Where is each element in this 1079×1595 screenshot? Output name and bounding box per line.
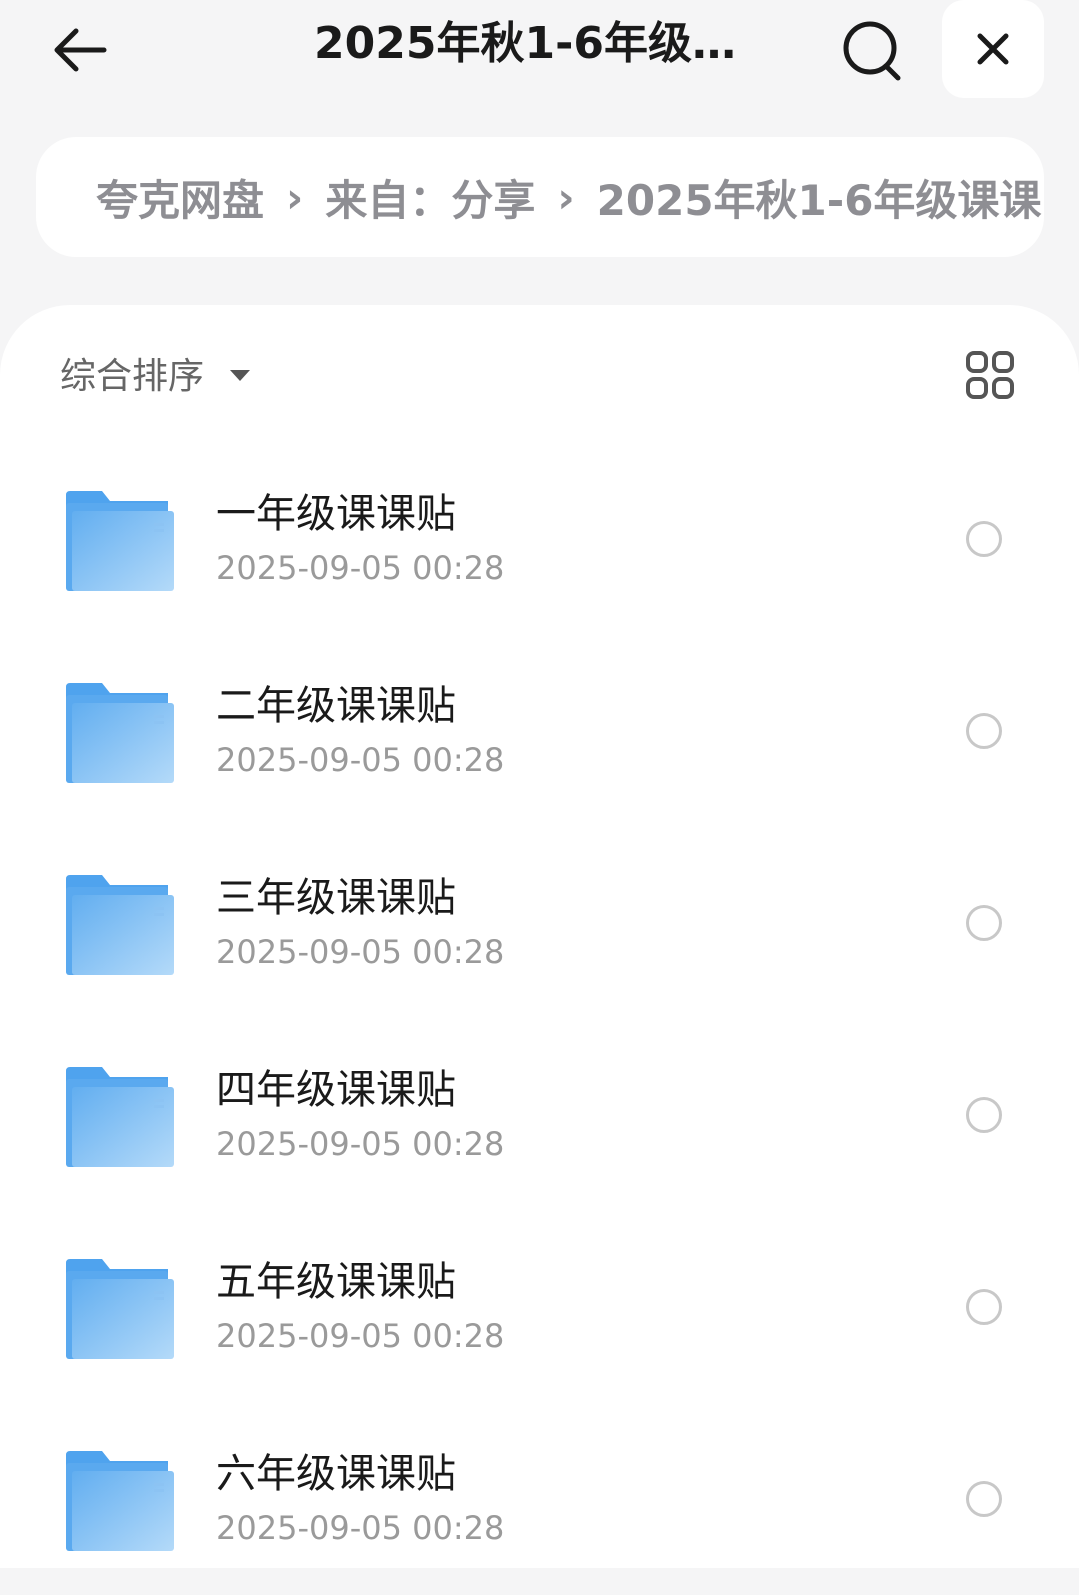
breadcrumb-separator: ›: [286, 172, 304, 222]
file-list-sheet: 综合排序 一年级课课贴 2025-09-05 00:28 二年级课课贴 2025…: [0, 305, 1079, 1568]
folder-icon: [66, 875, 174, 975]
file-list: 一年级课课贴 2025-09-05 00:28 二年级课课贴 2025-09-0…: [0, 443, 1079, 1595]
select-checkbox[interactable]: [966, 521, 1002, 557]
caret-down-icon: [230, 369, 251, 381]
file-date: 2025-09-05 00:28: [216, 1509, 505, 1547]
list-item[interactable]: 一年级课课贴 2025-09-05 00:28: [0, 443, 1079, 635]
file-name: 四年级课课贴: [216, 1067, 456, 1113]
folder-icon: [66, 1067, 174, 1167]
folder-icon: [66, 1451, 174, 1551]
back-button[interactable]: [44, 14, 116, 86]
file-name: 五年级课课贴: [216, 1259, 456, 1305]
grid-view-icon: [966, 351, 1014, 399]
close-button[interactable]: [942, 0, 1044, 98]
top-bar: 2025年秋1-6年级…: [0, 0, 1079, 110]
sort-dropdown[interactable]: 综合排序: [60, 345, 251, 401]
list-item[interactable]: 二年级课课贴 2025-09-05 00:28: [0, 635, 1079, 827]
select-checkbox[interactable]: [966, 1097, 1002, 1133]
file-name: 三年级课课贴: [216, 875, 456, 921]
folder-icon: [66, 683, 174, 783]
file-date: 2025-09-05 00:28: [216, 933, 505, 971]
breadcrumb-item-shared[interactable]: 来自：分享: [325, 167, 535, 228]
select-checkbox[interactable]: [966, 1481, 1002, 1517]
search-button[interactable]: [834, 12, 910, 88]
select-checkbox[interactable]: [966, 1289, 1002, 1325]
page-title: 2025年秋1-6年级…: [314, 18, 736, 69]
file-name: 二年级课课贴: [216, 683, 456, 729]
list-item[interactable]: 五年级课课贴 2025-09-05 00:28: [0, 1211, 1079, 1403]
file-date: 2025-09-05 00:28: [216, 1125, 505, 1163]
list-item[interactable]: 三年级课课贴 2025-09-05 00:28: [0, 827, 1079, 1019]
breadcrumb: 夸克网盘 › 来自：分享 › 2025年秋1-6年级课课: [36, 137, 1044, 257]
view-toggle-button[interactable]: [960, 345, 1020, 405]
file-name: 六年级课课贴: [216, 1451, 456, 1497]
select-checkbox[interactable]: [966, 713, 1002, 749]
file-name: 一年级课课贴: [216, 491, 456, 537]
file-date: 2025-09-05 00:28: [216, 1317, 505, 1355]
folder-icon: [66, 1259, 174, 1359]
file-date: 2025-09-05 00:28: [216, 549, 505, 587]
folder-icon: [66, 491, 174, 591]
breadcrumb-item-current-folder[interactable]: 2025年秋1-6年级课课: [597, 167, 1042, 228]
breadcrumb-separator: ›: [557, 172, 575, 222]
list-item[interactable]: 六年级课课贴 2025-09-05 00:28: [0, 1403, 1079, 1595]
sort-label: 综合排序: [60, 356, 205, 397]
arrow-left-icon: [54, 28, 107, 72]
search-icon: [843, 21, 901, 81]
list-item[interactable]: 四年级课课贴 2025-09-05 00:28: [0, 1019, 1079, 1211]
close-icon: [977, 33, 1009, 65]
file-date: 2025-09-05 00:28: [216, 741, 505, 779]
select-checkbox[interactable]: [966, 905, 1002, 941]
breadcrumb-item-quark-drive[interactable]: 夸克网盘: [96, 167, 264, 228]
